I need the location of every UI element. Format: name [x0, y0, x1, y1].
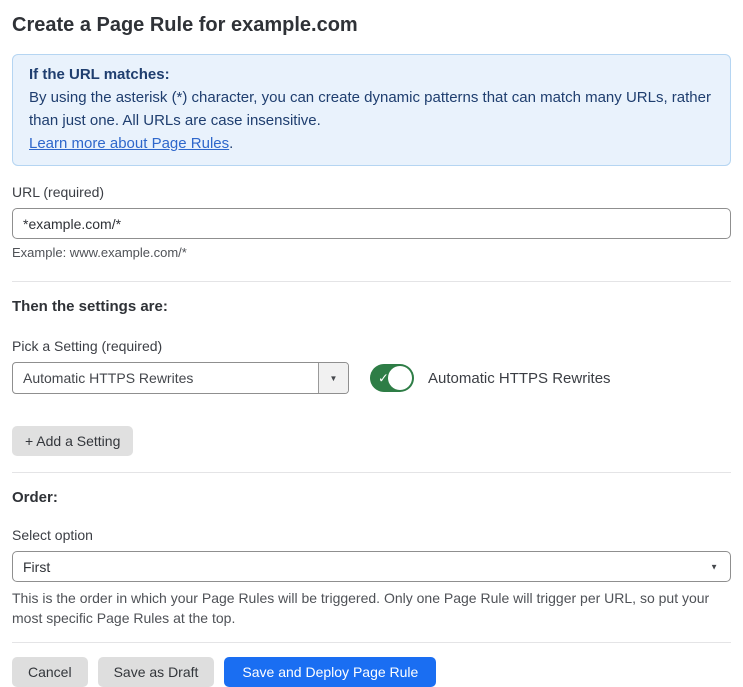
- order-select[interactable]: First ▼: [12, 551, 731, 582]
- setting-select[interactable]: Automatic HTTPS Rewrites ▼: [12, 362, 349, 394]
- divider: [12, 281, 731, 282]
- chevron-down-icon: ▼: [710, 562, 718, 571]
- settings-section-heading: Then the settings are:: [12, 298, 168, 315]
- order-section-heading: Order:: [12, 489, 58, 506]
- save-as-draft-button[interactable]: Save as Draft: [97, 657, 215, 687]
- setting-row: Automatic HTTPS Rewrites ▼ ✓ Automatic H…: [12, 362, 731, 394]
- url-matches-info-box: If the URL matches: By using the asteris…: [12, 54, 731, 166]
- page-title: Create a Page Rule for example.com: [12, 14, 358, 36]
- footer-actions: Cancel Save as Draft Save and Deploy Pag…: [12, 657, 731, 687]
- link-suffix: .: [229, 135, 234, 152]
- url-field-label: URL (required): [12, 184, 105, 200]
- cancel-button[interactable]: Cancel: [12, 657, 88, 687]
- divider: [12, 642, 731, 643]
- info-box-heading: If the URL matches:: [29, 66, 170, 83]
- divider: [12, 472, 731, 473]
- toggle-knob: [388, 366, 412, 390]
- setting-select-arrow-button[interactable]: ▼: [318, 363, 348, 393]
- pick-setting-label: Pick a Setting (required): [12, 338, 163, 354]
- info-box-body: By using the asterisk (*) character, you…: [29, 89, 711, 129]
- order-select-label: Select option: [12, 527, 93, 543]
- url-input[interactable]: [12, 208, 731, 239]
- info-box-link-line: Learn more about Page Rules.: [29, 132, 714, 155]
- toggle-label: Automatic HTTPS Rewrites: [428, 369, 611, 387]
- setting-select-value: Automatic HTTPS Rewrites: [23, 370, 194, 386]
- learn-more-link[interactable]: Learn more about Page Rules: [29, 135, 229, 152]
- chevron-down-icon: ▼: [329, 373, 338, 383]
- url-example-hint: Example: www.example.com/*: [12, 245, 187, 260]
- order-help-text: This is the order in which your Page Rul…: [12, 590, 710, 626]
- create-page-rule-panel: Create a Page Rule for example.com If th…: [0, 0, 743, 687]
- save-and-deploy-button[interactable]: Save and Deploy Page Rule: [224, 657, 437, 687]
- automatic-https-rewrites-toggle[interactable]: ✓: [370, 364, 414, 392]
- add-setting-button[interactable]: + Add a Setting: [12, 426, 134, 456]
- order-select-value: First: [23, 558, 51, 575]
